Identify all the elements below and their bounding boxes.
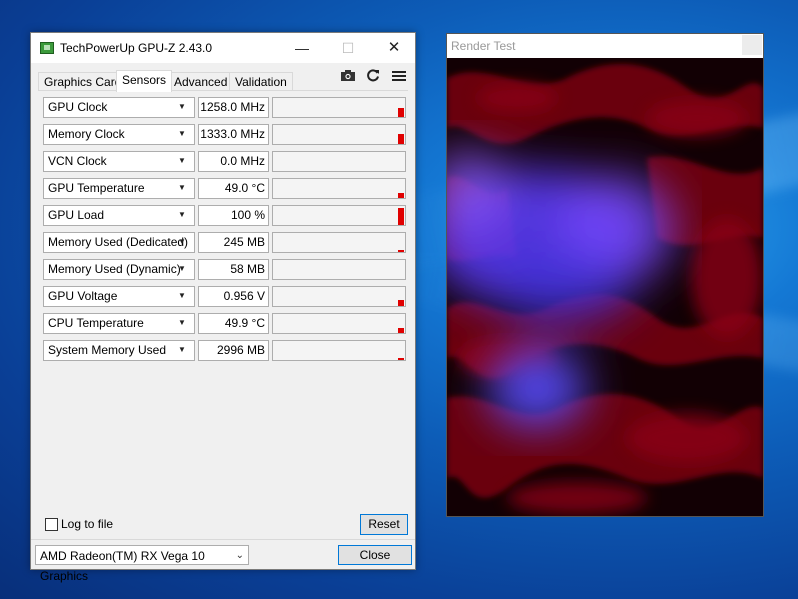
sensor-value: 100 % [198,205,269,226]
sensor-name-dropdown[interactable]: GPU Voltage [43,286,195,307]
sensor-row: Memory Clock ▼ 1333.0 MHz [43,124,406,145]
sensor-name-dropdown[interactable]: GPU Temperature [43,178,195,199]
chevron-down-icon: ⌄ [235,550,244,561]
sensor-graph [272,178,406,199]
dropdown-arrow-icon[interactable]: ▼ [176,340,188,359]
log-to-file-checkbox[interactable] [45,518,58,531]
graph-bar [398,300,404,306]
sensor-name-dropdown[interactable]: CPU Temperature [43,313,195,334]
sensor-graph [272,232,406,253]
gpu-select-dropdown[interactable]: AMD Radeon(TM) RX Vega 10 Graphics ⌄ [35,545,249,583]
gpuz-window: TechPowerUp GPU-Z 2.43.0 — ☐ ✕ Graphics … [30,32,416,583]
sensor-row: GPU Voltage ▼ 0.956 V [43,286,406,307]
tab-validation[interactable]: Validation [229,72,293,91]
title-bar[interactable]: TechPowerUp GPU-Z 2.43.0 — ☐ ✕ [31,33,415,63]
render-plasma-image [447,58,763,516]
render-close-button[interactable] [742,35,762,55]
tab-advanced[interactable]: Advanced [168,72,234,91]
sensor-name-dropdown[interactable]: System Memory Used [43,340,195,361]
sensor-value: 58 MB [198,259,269,280]
dropdown-arrow-icon[interactable]: ▼ [176,259,188,278]
sensor-value: 0.0 MHz [198,151,269,172]
tab-panel-border [38,90,408,91]
camera-icon[interactable] [339,68,357,86]
sensor-name-dropdown[interactable]: Memory Clock [43,124,195,145]
sensor-row: GPU Temperature ▼ 49.0 °C [43,178,406,199]
render-window-title: Render Test [451,39,516,53]
sensor-row: Memory Used (Dedicated) ▼ 245 MB [43,232,406,253]
close-button[interactable]: Close [338,545,412,565]
sensor-value: 0.956 V [198,286,269,307]
sensor-row: System Memory Used ▼ 2996 MB [43,340,406,361]
sensor-name-dropdown[interactable]: GPU Load [43,205,195,226]
dropdown-arrow-icon[interactable]: ▼ [176,232,188,251]
dropdown-arrow-icon[interactable]: ▼ [176,97,188,116]
refresh-icon[interactable] [364,68,382,86]
render-title-bar[interactable]: Render Test [447,34,763,58]
dropdown-arrow-icon[interactable]: ▼ [176,205,188,224]
sensor-value: 1258.0 MHz [198,97,269,118]
graph-bar [398,134,404,144]
sensor-value: 49.9 °C [198,313,269,334]
dropdown-arrow-icon[interactable]: ▼ [176,178,188,197]
dropdown-arrow-icon[interactable]: ▼ [176,313,188,332]
sensor-graph [272,205,406,226]
sensor-value: 1333.0 MHz [198,124,269,145]
sensor-value: 245 MB [198,232,269,253]
render-canvas [447,58,763,516]
sensor-name-dropdown[interactable]: Memory Used (Dedicated) [43,232,195,253]
sensor-graph [272,340,406,361]
sensor-row: GPU Load ▼ 100 % [43,205,406,226]
sensor-row: CPU Temperature ▼ 49.9 °C [43,313,406,334]
graph-bar [398,328,404,333]
sensor-row: VCN Clock ▼ 0.0 MHz [43,151,406,172]
graph-bar [398,208,404,225]
sensor-graph [272,97,406,118]
minimize-button[interactable]: — [279,33,325,63]
dropdown-arrow-icon[interactable]: ▼ [176,124,188,143]
sensor-graph [272,259,406,280]
graph-bar [398,193,404,198]
window-title: TechPowerUp GPU-Z 2.43.0 [60,41,213,55]
sensor-graph [272,286,406,307]
dropdown-arrow-icon[interactable]: ▼ [176,151,188,170]
graph-bar [398,108,404,117]
tab-sensors[interactable]: Sensors [116,70,173,92]
sensor-value: 2996 MB [198,340,269,361]
tab-graphics-card[interactable]: Graphics Card [38,72,128,91]
sensor-graph [272,124,406,145]
graph-bar [398,358,404,360]
gpuz-app-icon [40,42,54,54]
sensor-graph [272,313,406,334]
graph-bar [398,250,404,252]
sensor-graph [272,151,406,172]
reset-button[interactable]: Reset [360,514,408,535]
footer-separator [31,539,415,540]
log-to-file-label: Log to file [61,517,114,531]
dropdown-arrow-icon[interactable]: ▼ [176,286,188,305]
sensor-name-dropdown[interactable]: GPU Clock [43,97,195,118]
sensor-name-dropdown[interactable]: VCN Clock [43,151,195,172]
sensor-row: GPU Clock ▼ 1258.0 MHz [43,97,406,118]
close-window-button[interactable]: ✕ [371,33,417,63]
sensor-value: 49.0 °C [198,178,269,199]
maximize-button[interactable]: ☐ [325,33,371,63]
sensor-name-dropdown[interactable]: Memory Used (Dynamic) [43,259,195,280]
gpu-select-value: AMD Radeon(TM) RX Vega 10 Graphics [40,549,205,583]
sensor-row: Memory Used (Dynamic) ▼ 58 MB [43,259,406,280]
hamburger-menu-icon[interactable] [390,68,408,86]
render-test-window: Render Test [446,33,764,517]
